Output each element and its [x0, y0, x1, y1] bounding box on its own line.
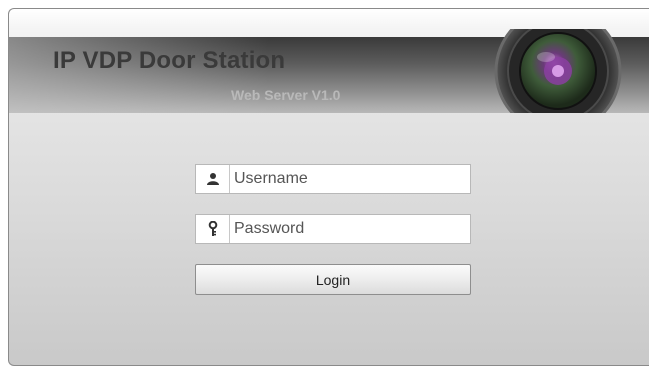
login-panel: IP VDP Door Station Web Server V1.0 Logi… — [8, 8, 649, 366]
login-button[interactable]: Login — [195, 264, 471, 295]
user-icon — [196, 165, 230, 193]
username-input[interactable] — [232, 165, 472, 193]
version-subtitle: Web Server V1.0 — [231, 87, 341, 103]
password-input[interactable] — [232, 215, 472, 243]
password-field — [195, 214, 472, 244]
camera-lens-icon — [484, 29, 632, 113]
key-icon — [196, 215, 230, 243]
username-field — [195, 164, 472, 194]
page-title: IP VDP Door Station — [53, 47, 286, 74]
